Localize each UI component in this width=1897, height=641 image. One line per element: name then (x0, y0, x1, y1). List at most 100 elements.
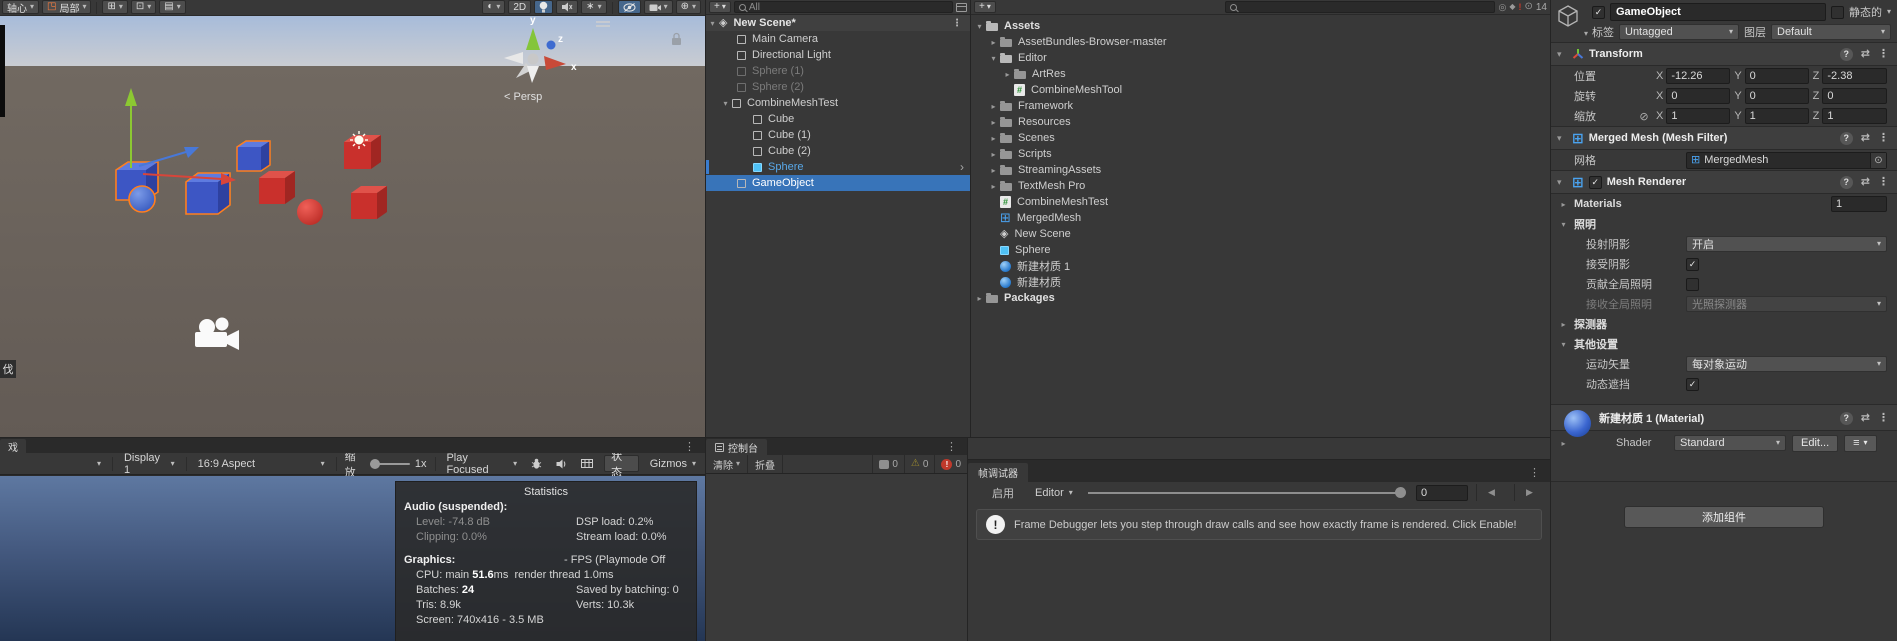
project-item-scenes[interactable]: Scenes (971, 130, 1550, 146)
shader-dropdown[interactable]: Standard (1674, 435, 1786, 451)
help-icon[interactable] (1840, 412, 1853, 425)
kebab-menu-icon[interactable] (1878, 413, 1889, 424)
kebab-menu-icon[interactable] (1529, 466, 1540, 479)
foldout-closed-icon[interactable] (987, 38, 1000, 47)
active-checkbox[interactable] (1592, 6, 1605, 19)
foldout-closed-icon[interactable] (1557, 320, 1570, 329)
kebab-menu-icon[interactable] (952, 18, 962, 29)
edge-panel-tab[interactable]: 伐 (0, 360, 16, 378)
help-icon[interactable] (1840, 48, 1853, 61)
warning-count-badge[interactable]: 0 (904, 455, 935, 473)
project-item-material[interactable]: 新建材质 (971, 274, 1550, 290)
receive-shadows-checkbox[interactable] (1686, 258, 1699, 271)
presets-icon[interactable] (1861, 49, 1870, 60)
enable-button[interactable]: 启用 (982, 485, 1024, 501)
gizmos-visibility-dropdown[interactable] (676, 0, 701, 14)
project-search-input[interactable] (1225, 1, 1495, 13)
perspective-label[interactable]: < Persp (504, 91, 542, 103)
kebab-menu-icon[interactable] (684, 440, 695, 453)
project-item-scripts[interactable]: Scripts (971, 146, 1550, 162)
create-object-button[interactable] (709, 1, 731, 13)
play-focused-dropdown[interactable]: Play Focused (443, 455, 520, 473)
console-log-area[interactable] (706, 474, 967, 641)
project-item-streamingassets[interactable]: StreamingAssets (971, 162, 1550, 178)
hierarchy-item-sphere-2[interactable]: Sphere (2) (706, 79, 970, 95)
frame-number-field[interactable]: 0 (1416, 485, 1468, 501)
foldout-closed-icon[interactable] (1557, 200, 1570, 209)
project-item-packages[interactable]: Packages (971, 290, 1550, 306)
scene-picker-icon[interactable] (956, 3, 967, 12)
mesh-renderer-component-header[interactable]: Mesh Renderer (1551, 170, 1897, 194)
foldout-closed-icon[interactable] (1001, 70, 1014, 79)
zoom-slider-knob[interactable] (370, 459, 380, 469)
mesh-renderer-enabled-checkbox[interactable] (1589, 176, 1602, 189)
foldout-closed-icon[interactable] (987, 118, 1000, 127)
display-dropdown[interactable]: Display 1 (121, 455, 178, 473)
project-item-resources[interactable]: Resources (971, 114, 1550, 130)
next-frame-button[interactable] (1514, 484, 1544, 501)
shader-edit-button[interactable]: Edit... (1792, 435, 1838, 452)
foldout-closed-icon[interactable] (987, 166, 1000, 175)
rotation-z-field[interactable]: 0 (1822, 88, 1887, 104)
foldout-open-icon[interactable] (987, 54, 1000, 63)
position-z-field[interactable]: -2.38 (1822, 68, 1887, 84)
debug-toggle[interactable] (528, 455, 545, 473)
project-item-textmeshpro[interactable]: TextMesh Pro (971, 178, 1550, 194)
hierarchy-item-sphere-1[interactable]: Sphere (1) (706, 63, 970, 79)
presets-icon[interactable] (1861, 413, 1870, 424)
kebab-menu-icon[interactable] (1878, 177, 1889, 188)
kebab-menu-icon[interactable] (1878, 133, 1889, 144)
frame-slider-knob[interactable] (1395, 487, 1406, 498)
scene-view[interactable]: 轴心 局部 2D (0, 0, 705, 437)
red-sphere[interactable] (297, 199, 323, 225)
hidden-count-eye-icon[interactable] (1524, 2, 1532, 12)
foldout-closed-icon[interactable] (987, 150, 1000, 159)
hierarchy-item-combinemeshtest[interactable]: CombineMeshTest (706, 95, 970, 111)
red-cube-1[interactable] (259, 171, 295, 204)
foldout-open-icon[interactable] (1557, 50, 1567, 59)
layer-dropdown[interactable]: Default (1771, 24, 1891, 40)
project-item-newscene[interactable]: New Scene (971, 226, 1550, 242)
project-item-combinemeshtool[interactable]: CombineMeshTool (971, 82, 1550, 98)
move-snap-dropdown[interactable] (131, 0, 156, 14)
foldout-open-icon[interactable] (1557, 178, 1567, 187)
hierarchy-item-sphere-prefab[interactable]: Sphere (706, 159, 970, 175)
project-item-material-1[interactable]: 新建材质 1 (971, 258, 1550, 274)
game-tab[interactable]: 戏 (0, 439, 26, 453)
mesh-filter-component-header[interactable]: Merged Mesh (Mesh Filter) (1551, 126, 1897, 150)
gameobject-name-field[interactable]: GameObject (1610, 3, 1826, 21)
create-asset-button[interactable] (974, 1, 996, 13)
static-dropdown-icon[interactable] (1887, 8, 1891, 16)
info-count-badge[interactable]: 0 (872, 455, 904, 473)
kebab-menu-icon[interactable] (946, 440, 957, 453)
scale-z-field[interactable]: 1 (1822, 108, 1887, 124)
contribute-gi-checkbox[interactable] (1686, 278, 1699, 291)
mute-audio-toggle[interactable] (553, 455, 570, 473)
foldout-open-icon[interactable] (706, 19, 719, 28)
hierarchy-search-input[interactable]: All (734, 1, 953, 13)
foldout-open-icon[interactable] (1557, 134, 1567, 143)
foldout-closed-icon[interactable] (987, 134, 1000, 143)
scene-3d-viewport[interactable]: y z x < Persp (0, 0, 705, 437)
increment-snap-dropdown[interactable] (159, 0, 185, 14)
rotation-y-field[interactable]: 0 (1745, 88, 1809, 104)
foldout-closed-icon[interactable] (987, 182, 1000, 191)
material-list-button[interactable] (1844, 435, 1876, 452)
foldout-open-icon[interactable] (1557, 340, 1570, 349)
kebab-menu-icon[interactable] (1878, 49, 1889, 60)
aspect-ratio-dropdown[interactable]: 16:9 Aspect (195, 455, 328, 473)
collapse-button[interactable]: 折叠 (748, 455, 783, 473)
presets-icon[interactable] (1861, 177, 1870, 188)
tag-dropdown[interactable]: Untagged (1619, 24, 1739, 40)
stats-grid-toggle[interactable] (578, 455, 596, 473)
foldout-closed-icon[interactable] (987, 102, 1000, 111)
help-icon[interactable] (1840, 176, 1853, 189)
error-count-badge[interactable]: 0 (934, 455, 967, 473)
mesh-object-field[interactable]: MergedMesh (1686, 152, 1887, 169)
toggle-2d-button[interactable]: 2D (508, 0, 531, 14)
console-tab[interactable]: 控制台 (706, 439, 767, 455)
materials-row[interactable]: Materials 1 (1551, 194, 1897, 214)
favorites-icon[interactable] (1518, 3, 1521, 12)
foldout-open-icon[interactable] (973, 22, 986, 31)
hierarchy-item-main-camera[interactable]: Main Camera (706, 31, 970, 47)
